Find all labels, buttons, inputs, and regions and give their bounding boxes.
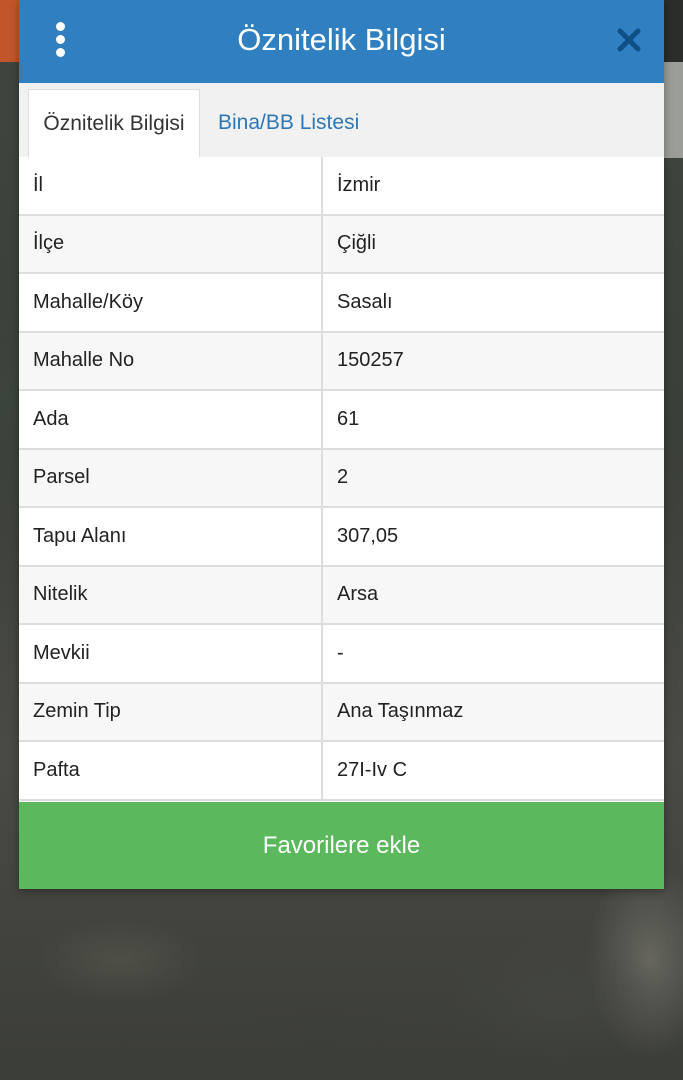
tab-bar: Öznitelik Bilgisi Bina/BB Listesi [19,83,664,158]
table-row: Ada 61 [19,391,664,450]
attribute-value: Çiğli [337,232,376,255]
attribute-value: Sasalı [337,290,393,313]
attribute-info-dialog: Öznitelik Bilgisi Öznitelik Bilgisi Bina… [19,0,664,889]
table-row: Mahalle No 150257 [19,332,664,391]
attribute-key: Nitelik [19,566,323,623]
map-overlay-marker [0,0,20,62]
table-row: Pafta 27I-Iv C [19,742,664,801]
close-icon[interactable] [616,27,642,53]
table-row: Parsel 2 [19,449,664,508]
attribute-value: 27I-Iv C [337,758,408,781]
table-row: İl İzmir [19,157,664,216]
attribute-value: 61 [337,407,360,430]
attribute-value: Arsa [337,583,379,606]
map-edge [663,0,683,62]
attribute-value: 307,05 [337,524,399,547]
attribute-key: Pafta [19,742,323,799]
attribute-key: Tapu Alanı [19,508,323,565]
tab-attribute-info[interactable]: Öznitelik Bilgisi [28,89,200,158]
attribute-key: Ada [19,391,323,448]
table-row: İlçe Çiğli [19,215,664,274]
table-row: Nitelik Arsa [19,566,664,625]
attribute-value: - [337,641,344,664]
attribute-key: İlçe [19,215,323,272]
attribute-value: 2 [337,466,349,489]
attribute-key: Zemin Tip [19,683,323,740]
attribute-key: Mevkii [19,625,323,682]
map-label-fragment [0,560,20,600]
attribute-value: 150257 [337,349,404,372]
attribute-value: İzmir [337,173,381,196]
table-row: Mevkii - [19,625,664,684]
attribute-key: Mahalle/Köy [19,274,323,331]
table-row: Mahalle/Köy Sasalı [19,274,664,333]
dialog-header: Öznitelik Bilgisi [19,0,664,83]
attribute-key: Parsel [19,449,323,506]
attribute-value: Ana Taşınmaz [337,700,464,723]
map-road-strip [663,62,683,158]
tab-building-list[interactable]: Bina/BB Listesi [218,89,378,157]
attribute-key: İl [19,157,323,214]
table-row: Zemin Tip Ana Taşınmaz [19,683,664,742]
attribute-key: Mahalle No [19,332,323,389]
dialog-title: Öznitelik Bilgisi [237,22,446,57]
table-row: Tapu Alanı 307,05 [19,508,664,567]
add-to-favorites-button[interactable]: Favorilere ekle [19,802,664,889]
attribute-table: İl İzmir İlçe Çiğli Mahalle/Köy Sasalı M… [19,157,664,801]
